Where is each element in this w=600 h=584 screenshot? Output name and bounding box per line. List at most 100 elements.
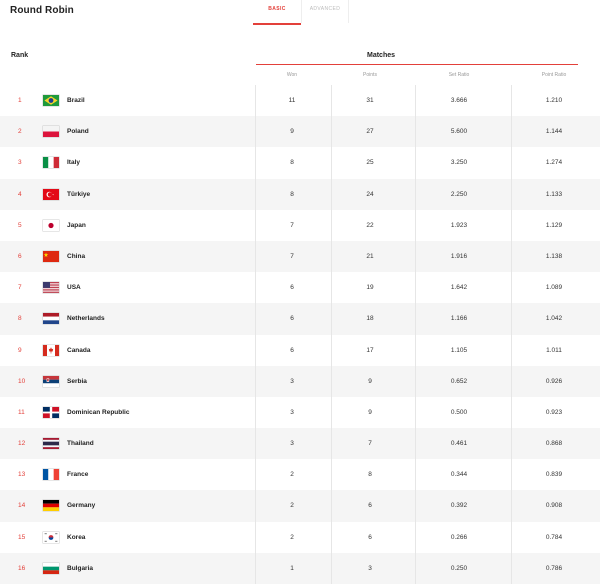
table-row[interactable]: 13 France 2 8 0.344 0.839	[0, 459, 600, 491]
matches-header: Matches	[367, 52, 396, 59]
rank-cell: 16	[18, 564, 26, 572]
won-cell: 11	[288, 97, 296, 104]
country-name[interactable]: Serbia	[67, 366, 87, 397]
column-divider	[415, 85, 416, 117]
country-name[interactable]: Brazil	[67, 85, 85, 116]
points-cell: 19	[366, 284, 374, 292]
column-divider	[415, 240, 416, 273]
country-name[interactable]: USA	[67, 272, 81, 303]
country-name[interactable]: Dominican Republic	[67, 397, 129, 428]
set-ratio-cell: 3.250	[450, 159, 468, 167]
set-ratio-cell: 1.105	[450, 346, 468, 354]
rank-cell: 14	[18, 502, 26, 510]
column-divider	[415, 552, 416, 584]
point-ratio-cell: 0.926	[545, 377, 563, 385]
set-ratio-cell: 5.600	[450, 128, 468, 136]
rank-cell: 2	[18, 128, 22, 136]
set-ratio-cell: 1.166	[450, 315, 468, 323]
table-row[interactable]: 11 Dominican Republic 3 9 0.500 0.923	[0, 396, 600, 429]
point-ratio-cell: 0.786	[545, 564, 563, 572]
table-row[interactable]: 8 Netherlands 6 18 1.166 1.042	[0, 303, 600, 335]
points-cell: 27	[366, 128, 374, 136]
usa-flag-icon	[43, 282, 59, 294]
column-header-set-ratio[interactable]: Set Ratio	[419, 72, 499, 78]
country-name[interactable]: Germany	[67, 490, 95, 521]
netherlands-flag-icon	[43, 313, 59, 325]
table-row[interactable]: 5 Japan 7 22 1.923 1.129	[0, 209, 600, 241]
country-name[interactable]: Poland	[67, 116, 89, 147]
point-ratio-cell: 0.908	[545, 502, 563, 510]
header-divider	[256, 64, 578, 65]
dominican-republic-flag-icon	[43, 406, 59, 418]
country-name[interactable]: Netherlands	[67, 303, 105, 334]
rank-header: Rank	[11, 52, 29, 59]
points-cell: 24	[366, 190, 374, 198]
column-divider	[511, 459, 512, 491]
column-divider	[415, 147, 416, 179]
table-row[interactable]: 4 Türkiye 8 24 2.250 1.133	[0, 178, 600, 210]
won-cell: 3	[290, 408, 294, 416]
set-ratio-cell: 0.266	[450, 533, 468, 541]
set-ratio-cell: 0.344	[450, 471, 468, 479]
country-name[interactable]: France	[67, 459, 88, 490]
country-name[interactable]: Bulgaria	[67, 553, 93, 584]
country-name[interactable]: Italy	[67, 147, 80, 178]
won-cell: 6	[290, 284, 294, 292]
column-divider	[511, 272, 512, 304]
rank-cell: 11	[18, 408, 25, 416]
point-ratio-cell: 0.784	[545, 533, 563, 541]
column-divider	[511, 240, 512, 273]
point-ratio-cell: 0.839	[545, 471, 563, 479]
points-cell: 6	[368, 533, 372, 541]
country-name[interactable]: Korea	[67, 522, 85, 553]
column-divider	[415, 396, 416, 429]
page-title: Round Robin	[10, 5, 74, 16]
table-row[interactable]: 3 Italy 8 25 3.250 1.274	[0, 147, 600, 179]
won-cell: 3	[290, 377, 294, 385]
table-row[interactable]: 9 Canada 6 17 1.105 1.011	[0, 334, 600, 366]
point-ratio-cell: 0.868	[545, 440, 563, 448]
table-row[interactable]: 10 Serbia 3 9 0.652 0.926	[0, 365, 600, 397]
table-row[interactable]: 14 Germany 2 6 0.392 0.908	[0, 490, 600, 522]
points-cell: 9	[368, 377, 372, 385]
column-divider	[511, 365, 512, 397]
won-cell: 3	[290, 440, 294, 448]
italy-flag-icon	[43, 157, 59, 169]
column-divider	[511, 85, 512, 117]
tab-basic[interactable]: BASIC	[253, 0, 301, 25]
table-row[interactable]: 6 China 7 21 1.916 1.138	[0, 240, 600, 273]
tab-advanced[interactable]: ADVANCED	[301, 0, 349, 23]
rank-cell: 6	[18, 252, 22, 260]
column-divider	[415, 178, 416, 210]
point-ratio-cell: 1.129	[545, 221, 563, 229]
column-header-won[interactable]: Won	[252, 72, 332, 78]
set-ratio-cell: 3.666	[450, 97, 468, 104]
column-divider	[511, 334, 512, 366]
korea-flag-icon	[43, 531, 59, 543]
country-name[interactable]: Thailand	[67, 428, 94, 459]
country-name[interactable]: Japan	[67, 210, 86, 241]
rank-cell: 8	[18, 315, 22, 323]
points-cell: 31	[366, 97, 374, 104]
column-header-points[interactable]: Points	[330, 72, 410, 78]
table-row[interactable]: 2 Poland 9 27 5.600 1.144	[0, 116, 600, 148]
points-cell: 22	[366, 221, 374, 229]
country-name[interactable]: Türkiye	[67, 179, 90, 210]
set-ratio-cell: 0.500	[450, 408, 468, 416]
table-row[interactable]: 16 Bulgaria 1 3 0.250 0.786	[0, 552, 600, 584]
table-row[interactable]: 12 Thailand 3 7 0.461 0.868	[0, 428, 600, 460]
country-name[interactable]: Canada	[67, 335, 90, 366]
table-row[interactable]: 15 Korea 2 6 0.266 0.784	[0, 521, 600, 553]
country-name[interactable]: China	[67, 241, 85, 272]
rank-cell: 12	[18, 440, 26, 448]
won-cell: 9	[290, 128, 294, 136]
table-row[interactable]: 7 USA 6 19 1.642 1.089	[0, 272, 600, 304]
rank-cell: 1	[18, 97, 22, 104]
poland-flag-icon	[43, 126, 59, 138]
set-ratio-cell: 2.250	[450, 190, 468, 198]
table-row[interactable]: 1 Brazil 11 31 3.666 1.210	[0, 85, 600, 117]
column-header-point-ratio[interactable]: Point Ratio	[514, 72, 594, 78]
points-cell: 6	[368, 502, 372, 510]
thailand-flag-icon	[43, 438, 59, 450]
point-ratio-cell: 1.144	[545, 128, 563, 136]
